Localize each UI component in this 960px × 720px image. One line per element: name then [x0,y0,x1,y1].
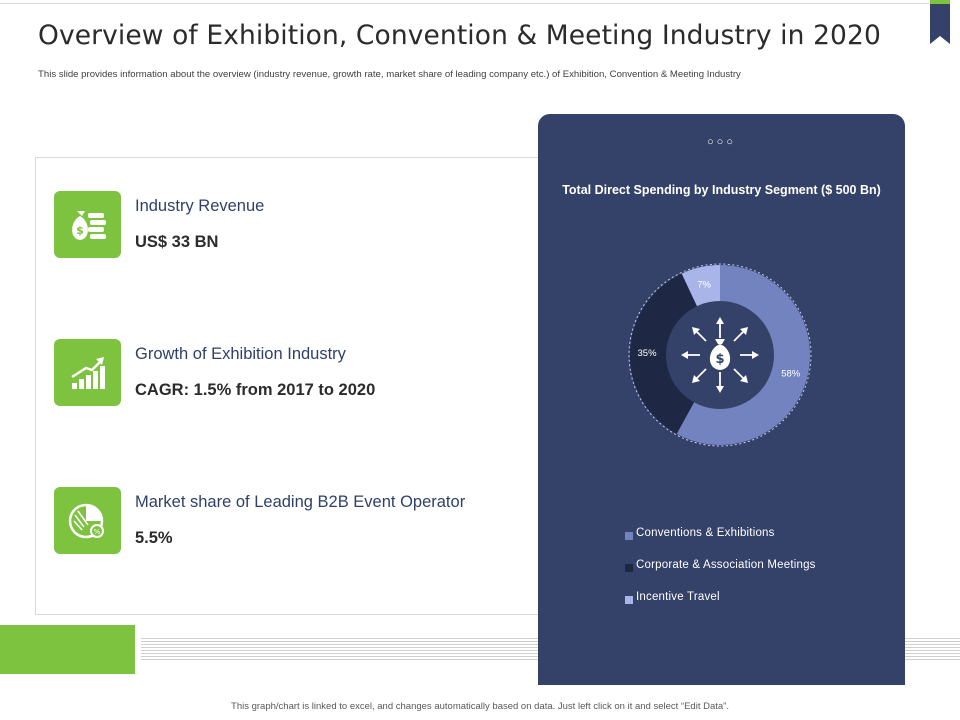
chart-card: ○○○ Total Direct Spending by Industry Se… [538,114,905,685]
legend-item: Corporate & Association Meetings [625,559,895,591]
info-value: 5.5% [135,529,173,547]
info-panel: $ Industry Revenue US$ 33 BN Growth of E… [35,157,541,615]
legend-label: Corporate & Association Meetings [636,559,816,571]
legend-item: Incentive Travel [625,591,895,623]
slice-value-label: 35% [638,348,658,359]
svg-text:%: % [93,528,100,536]
legend-swatch [625,564,633,572]
legend-swatch [625,532,633,540]
info-label: Industry Revenue [135,197,265,215]
svg-text:$: $ [76,224,84,237]
growth-bar-chart-icon [54,339,121,406]
bookmark-icon [930,0,950,44]
decorative-lines [905,638,960,662]
legend-item: Conventions & Exhibitions [625,527,895,559]
chart-legend: Conventions & Exhibitions Corporate & As… [625,527,895,623]
info-label: Growth of Exhibition Industry [135,345,346,363]
slice-value-label: 58% [781,369,801,380]
legend-label: Incentive Travel [636,591,720,603]
chart-title: Total Direct Spending by Industry Segmen… [562,183,881,197]
footer-note: This graph/chart is linked to excel, and… [231,701,729,712]
info-item-revenue: $ Industry Revenue US$ 33 BN [54,191,524,259]
more-options-icon[interactable]: ○○○ [538,136,905,148]
donut-chart: 58% 35% 7% $ [628,263,812,447]
page-title: Overview of Exhibition, Convention & Mee… [38,20,881,51]
legend-label: Conventions & Exhibitions [636,527,775,539]
decorative-lines [141,638,539,662]
info-item-growth: Growth of Exhibition Industry CAGR: 1.5%… [54,339,524,407]
info-value: CAGR: 1.5% from 2017 to 2020 [135,381,376,399]
info-item-market-share: % Market share of Leading B2B Event Oper… [54,487,524,555]
svg-text:$: $ [715,352,724,367]
info-value: US$ 33 BN [135,233,219,251]
slice-value-label: 7% [697,279,711,290]
pie-percent-icon: % [54,487,121,554]
top-divider [0,3,929,4]
page-subtitle: This slide provides information about th… [38,69,741,80]
money-bag-coins-icon: $ [54,191,121,258]
money-bag-arrows-icon: $ [681,317,759,393]
accent-bar [0,625,135,674]
info-label: Market share of Leading B2B Event Operat… [135,493,466,511]
legend-swatch [625,596,633,604]
